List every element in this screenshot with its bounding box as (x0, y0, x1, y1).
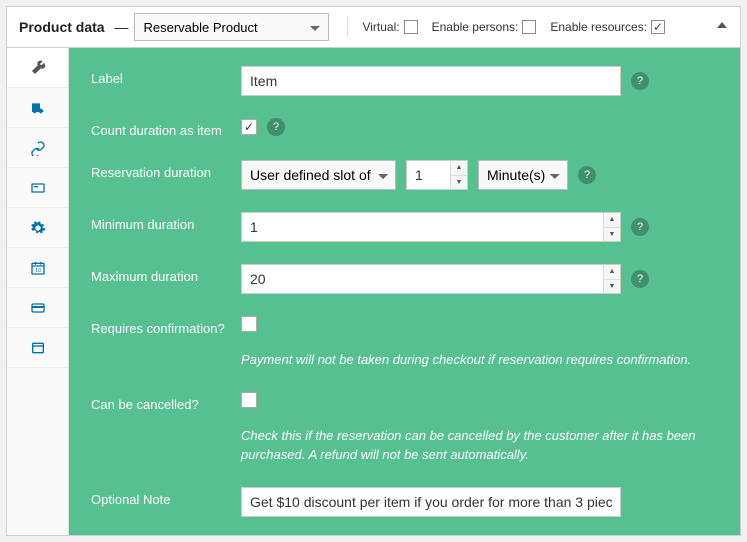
count-duration-caption: Count duration as item (91, 118, 241, 138)
persons-checkbox[interactable] (522, 20, 536, 34)
creditcard-icon (30, 300, 46, 316)
label-input[interactable] (241, 66, 621, 96)
panel-body: 10 Label ? Count duration as item (7, 48, 740, 535)
title-dash: — (114, 19, 128, 35)
max-duration-help[interactable]: ? (631, 270, 649, 288)
content-area: Label ? Count duration as item ? Reserva… (69, 48, 740, 535)
truck-icon (30, 100, 46, 116)
row-requires-confirmation: Requires confirmation? Payment will not … (91, 316, 716, 370)
optional-note-caption: Optional Note (91, 487, 241, 507)
tab-general[interactable] (7, 48, 68, 88)
svg-text:10: 10 (35, 268, 41, 274)
persons-option: Enable persons: (432, 20, 537, 34)
wrench-icon (30, 60, 46, 76)
link-icon (30, 140, 46, 156)
duration-mode-select[interactable]: User defined slot of (241, 160, 396, 190)
row-max-duration: Maximum duration ▲▼ ? (91, 264, 716, 294)
gear-icon (30, 220, 46, 236)
max-spinners[interactable]: ▲▼ (603, 265, 620, 293)
resources-label: Enable resources: (550, 20, 647, 34)
requires-conf-checkbox[interactable] (241, 316, 257, 332)
row-can-cancel: Can be cancelled? Check this if the rese… (91, 392, 716, 465)
product-data-panel: Product data — Reservable Product Virtua… (6, 6, 741, 536)
virtual-label: Virtual: (362, 20, 399, 34)
title-text: Product data (19, 19, 105, 35)
row-optional-note: Optional Note (91, 487, 716, 517)
tab-payment[interactable] (7, 288, 68, 328)
label-caption: Label (91, 66, 241, 86)
card-icon (30, 180, 46, 196)
max-duration-input[interactable] (241, 264, 621, 294)
panel-title: Product data — (19, 19, 134, 35)
label-help[interactable]: ? (631, 72, 649, 90)
can-cancel-checkbox[interactable] (241, 392, 257, 408)
requires-conf-caption: Requires confirmation? (91, 316, 241, 336)
min-spinners[interactable]: ▲▼ (603, 213, 620, 241)
requires-conf-hint: Payment will not be taken during checkou… (241, 350, 716, 370)
product-type-select[interactable]: Reservable Product (134, 13, 329, 41)
resources-option: Enable resources: (550, 20, 665, 34)
tab-layout[interactable] (7, 328, 68, 368)
tab-linked[interactable] (7, 128, 68, 168)
min-duration-input[interactable] (241, 212, 621, 242)
panel-header: Product data — Reservable Product Virtua… (7, 7, 740, 48)
max-duration-caption: Maximum duration (91, 264, 241, 284)
reservation-duration-caption: Reservation duration (91, 160, 241, 180)
reservation-duration-help[interactable]: ? (578, 166, 596, 184)
calendar-icon: 10 (30, 260, 46, 276)
tab-calendar[interactable]: 10 (7, 248, 68, 288)
can-cancel-caption: Can be cancelled? (91, 392, 241, 412)
tab-shipping[interactable] (7, 88, 68, 128)
tab-attributes[interactable] (7, 168, 68, 208)
header-divider (347, 17, 348, 37)
row-reservation-duration: Reservation duration User defined slot o… (91, 160, 716, 190)
tab-settings[interactable] (7, 208, 68, 248)
min-duration-help[interactable]: ? (631, 218, 649, 236)
row-label: Label ? (91, 66, 716, 96)
row-count-duration: Count duration as item ? (91, 118, 716, 138)
tabs-sidebar: 10 (7, 48, 69, 535)
row-min-duration: Minimum duration ▲▼ ? (91, 212, 716, 242)
min-duration-caption: Minimum duration (91, 212, 241, 232)
can-cancel-hint: Check this if the reservation can be can… (241, 426, 716, 465)
count-duration-checkbox[interactable] (241, 119, 257, 135)
collapse-toggle[interactable] (710, 13, 734, 37)
persons-label: Enable persons: (432, 20, 519, 34)
window-icon (30, 340, 46, 356)
virtual-option: Virtual: (362, 20, 417, 34)
qty-spinners[interactable]: ▲▼ (450, 161, 467, 189)
virtual-checkbox[interactable] (404, 20, 418, 34)
duration-unit-select[interactable]: Minute(s) (478, 160, 568, 190)
optional-note-input[interactable] (241, 487, 621, 517)
resources-checkbox[interactable] (651, 20, 665, 34)
count-duration-help[interactable]: ? (267, 118, 285, 136)
